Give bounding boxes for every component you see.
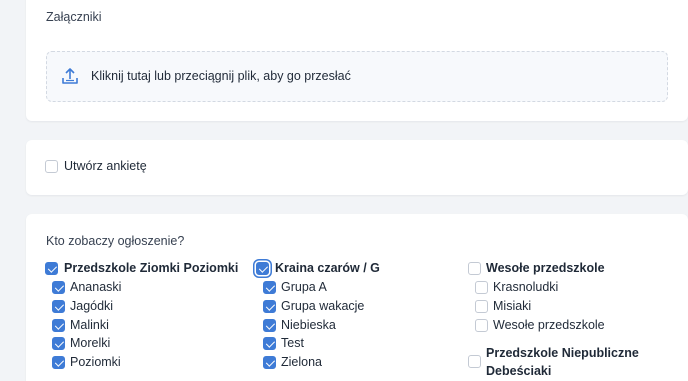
group-label-debesciaki-line1[interactable]: Przedszkole Niepubliczne xyxy=(486,346,639,360)
attachments-title: Załączniki xyxy=(46,10,102,24)
create-survey-label[interactable]: Utwórz ankietę xyxy=(64,159,147,173)
subgroup-checkbox-ananaski[interactable] xyxy=(52,281,65,294)
group-checkbox-wesole-przedszkole[interactable] xyxy=(468,262,481,275)
file-dropzone[interactable]: Kliknij tutaj lub przeciągnij plik, aby … xyxy=(46,51,668,102)
group-label-kraina-czarow[interactable]: Kraina czarów / G xyxy=(275,261,380,275)
upload-icon xyxy=(62,68,78,84)
subgroup-label-poziomki[interactable]: Poziomki xyxy=(70,355,121,369)
dropzone-text: Kliknij tutaj lub przeciągnij plik, aby … xyxy=(91,69,351,83)
subgroup-checkbox-test[interactable] xyxy=(263,337,276,350)
subgroup-checkbox-grupa-a[interactable] xyxy=(263,281,276,294)
subgroup-label-niebieska[interactable]: Niebieska xyxy=(281,318,336,332)
subgroup-checkbox-grupa-wakacje[interactable] xyxy=(263,300,276,313)
group-label-wesole-przedszkole[interactable]: Wesołe przedszkole xyxy=(486,261,605,275)
subgroup-label-jagodki[interactable]: Jagódki xyxy=(70,299,113,313)
subgroup-label-krasnoludki[interactable]: Krasnoludki xyxy=(493,280,558,294)
subgroup-checkbox-wesole-przedszkole[interactable] xyxy=(475,319,488,332)
audience-title: Kto zobaczy ogłoszenie? xyxy=(46,234,185,248)
group-checkbox-kraina-czarow[interactable] xyxy=(256,262,269,275)
subgroup-label-ananaski[interactable]: Ananaski xyxy=(70,280,121,294)
survey-card: Utwórz ankietę xyxy=(26,140,688,195)
subgroup-label-morelki[interactable]: Morelki xyxy=(70,336,110,350)
subgroup-label-zielona[interactable]: Zielona xyxy=(281,355,322,369)
subgroup-checkbox-malinki[interactable] xyxy=(52,319,65,332)
group-label-ziomki-poziomki[interactable]: Przedszkole Ziomki Poziomki xyxy=(64,261,238,275)
subgroup-label-wesole-przedszkole[interactable]: Wesołe przedszkole xyxy=(493,318,605,332)
subgroup-checkbox-poziomki[interactable] xyxy=(52,356,65,369)
attachments-card: Załączniki Kliknij tutaj lub przeciągnij… xyxy=(26,0,688,121)
subgroup-checkbox-niebieska[interactable] xyxy=(263,319,276,332)
subgroup-label-grupa-wakacje[interactable]: Grupa wakacje xyxy=(281,299,364,313)
create-survey-checkbox[interactable] xyxy=(45,160,58,173)
audience-card: Kto zobaczy ogłoszenie? Przedszkole Ziom… xyxy=(26,214,688,381)
subgroup-checkbox-misiaki[interactable] xyxy=(475,300,488,313)
subgroup-label-grupa-a[interactable]: Grupa A xyxy=(281,280,327,294)
group-checkbox-debesciaki[interactable] xyxy=(468,355,481,368)
group-label-debesciaki-line2[interactable]: Debeściaki xyxy=(486,364,551,378)
subgroup-checkbox-morelki[interactable] xyxy=(52,337,65,350)
subgroup-label-misiaki[interactable]: Misiaki xyxy=(493,299,531,313)
subgroup-checkbox-zielona[interactable] xyxy=(263,356,276,369)
subgroup-checkbox-krasnoludki[interactable] xyxy=(475,281,488,294)
subgroup-label-test[interactable]: Test xyxy=(281,336,304,350)
subgroup-label-malinki[interactable]: Malinki xyxy=(70,318,109,332)
subgroup-checkbox-jagodki[interactable] xyxy=(52,300,65,313)
group-checkbox-ziomki-poziomki[interactable] xyxy=(45,262,58,275)
